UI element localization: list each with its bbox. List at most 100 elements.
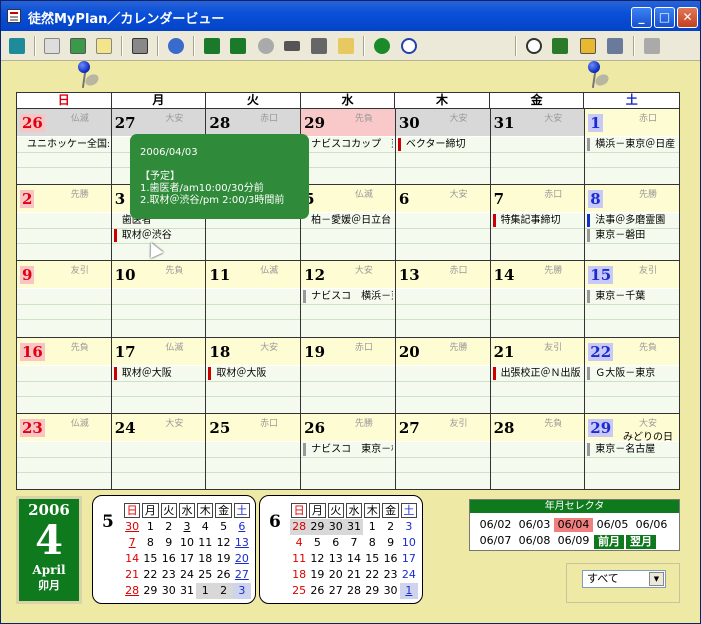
day-cell[interactable]: 9 友引 — [17, 261, 111, 337]
day-cell[interactable]: 7 赤口 特集記事締切 — [490, 185, 585, 261]
mini-day[interactable]: 5 — [308, 535, 326, 551]
event-item[interactable]: 東京－名古屋 — [587, 442, 677, 456]
list-view-icon[interactable] — [129, 35, 151, 57]
day-cell[interactable]: 23 仏滅 — [17, 413, 111, 489]
event-item[interactable]: 東京－磐田 — [587, 229, 677, 243]
holiday-icon[interactable] — [227, 35, 249, 57]
mini-day[interactable]: 6 — [233, 519, 251, 535]
app-icon[interactable] — [7, 9, 21, 23]
day-cell[interactable]: 28 先負 — [490, 413, 585, 489]
mini-day[interactable]: 1 — [141, 519, 159, 535]
mini-day[interactable]: 6 — [327, 535, 345, 551]
event-item[interactable]: 取材＠大阪 — [113, 366, 204, 380]
mini-day[interactable]: 2 — [381, 519, 399, 535]
mini-day[interactable]: 19 — [308, 567, 326, 583]
mini-day[interactable]: 31 — [178, 583, 196, 599]
mini-day[interactable]: 18 — [290, 567, 308, 583]
mini-day[interactable]: 5 — [214, 519, 232, 535]
mini-calendar-may[interactable]: 5 日月火水木金土 30 1 2 3 4 5 6 7 8 9 10 11 12 13 14 15 16 17 18 19… — [92, 495, 256, 604]
mini-day[interactable]: 20 — [233, 551, 251, 567]
mini-day[interactable]: 25 — [196, 567, 214, 583]
mini-day[interactable]: 3 — [400, 519, 418, 535]
mini-day[interactable]: 14 — [123, 551, 141, 567]
chevron-down-icon[interactable]: ▼ — [649, 572, 664, 586]
mini-day[interactable]: 12 — [214, 535, 232, 551]
day-cell[interactable]: 26 仏滅 ユニホッケー全国: — [17, 109, 111, 185]
mini-day[interactable]: 29 — [308, 519, 327, 535]
mini-day[interactable]: 26 — [308, 583, 326, 599]
day-cell[interactable]: 6 大安 — [395, 185, 490, 261]
day-cell[interactable]: 5 仏滅 柏－愛媛＠日立台 — [301, 185, 395, 261]
mini-day[interactable]: 17 — [400, 551, 418, 567]
mini-calendar-june[interactable]: 6 日月火水木金土 28 29 30 31 1 2 3 4 5 6 7 8 9 10 11 12 13 14 15 16… — [259, 495, 423, 604]
mini-day[interactable]: 24 — [400, 567, 418, 583]
mini-day[interactable]: 2 — [160, 519, 178, 535]
mini-day[interactable]: 26 — [214, 567, 232, 583]
month-option[interactable]: 06/02 — [476, 518, 515, 532]
category-filter-select[interactable]: すべて ▼ — [582, 570, 666, 588]
day-cell[interactable]: 13 赤口 — [395, 261, 490, 337]
month-option[interactable]: 06/06 — [632, 518, 671, 532]
mini-day[interactable]: 31 — [344, 519, 364, 535]
day-cell[interactable]: 29 先負 ナビスコカップ 東 — [301, 109, 395, 185]
mini-day[interactable]: 15 — [141, 551, 159, 567]
gear-icon[interactable] — [255, 35, 277, 57]
day-cell[interactable]: 1 赤口 横浜－東京＠日産 — [585, 109, 679, 185]
exit-icon[interactable] — [6, 35, 28, 57]
day-cell[interactable]: 22 先負 Ｇ大阪－東京 — [585, 337, 679, 413]
alarm-icon[interactable] — [523, 35, 545, 57]
event-item[interactable]: 出張校正＠Ｎ出版 — [492, 366, 583, 380]
day-cell[interactable]: 11 仏滅 — [206, 261, 301, 337]
day-cell[interactable]: 8 先勝 法事＠多磨霊園 東京－磐田 — [585, 185, 679, 261]
event-item[interactable]: 横浜－東京＠日産 — [587, 138, 677, 151]
day-cell[interactable]: 30 大安 ベクター締切 — [395, 109, 490, 185]
help-icon[interactable] — [371, 35, 393, 57]
mini-day[interactable]: 4 — [290, 535, 308, 551]
day-cell[interactable]: 21 友引 出張校正＠Ｎ出版 — [490, 337, 585, 413]
mini-day[interactable]: 12 — [308, 551, 326, 567]
day-cell[interactable]: 2 先勝 — [17, 185, 111, 261]
day-cell[interactable]: 15 友引 東京－千葉 — [585, 261, 679, 337]
mini-day[interactable]: 1 — [363, 519, 381, 535]
mini-day[interactable]: 21 — [123, 567, 141, 583]
mini-day[interactable]: 28 — [290, 519, 309, 535]
mini-day[interactable]: 28 — [123, 583, 141, 599]
event-item[interactable]: 法事＠多磨霊園 — [587, 214, 677, 228]
week-view-icon[interactable] — [93, 35, 115, 57]
mini-day[interactable]: 30 — [381, 583, 399, 599]
mini-day[interactable]: 24 — [178, 567, 196, 583]
mini-day[interactable]: 4 — [196, 519, 214, 535]
month-option[interactable]: 06/08 — [515, 534, 554, 550]
print-icon[interactable] — [308, 35, 330, 57]
mini-day[interactable]: 27 — [233, 567, 251, 583]
event-item[interactable]: ナビスコ 東京－横 — [303, 442, 393, 456]
event-item[interactable]: 取材＠渋谷 — [113, 229, 204, 243]
mini-day[interactable]: 22 — [141, 567, 159, 583]
event-item[interactable]: 取材＠大阪 — [208, 366, 298, 380]
mini-day[interactable]: 18 — [196, 551, 214, 567]
mini-day[interactable]: 30 — [326, 519, 345, 535]
mini-day[interactable]: 29 — [363, 583, 381, 599]
mini-day[interactable]: 14 — [345, 551, 363, 567]
mini-day[interactable]: 2 — [214, 583, 233, 599]
mini-day[interactable]: 17 — [178, 551, 196, 567]
month-option[interactable]: 06/07 — [476, 534, 515, 550]
mini-day[interactable]: 30 — [123, 519, 141, 535]
maximize-button[interactable]: □ — [654, 7, 675, 28]
day-cell[interactable]: 25 赤口 — [206, 413, 301, 489]
event-item[interactable]: ベクター締切 — [397, 138, 488, 151]
event-item[interactable]: ナビスコカップ 東 — [303, 138, 393, 151]
day-cell[interactable]: 24 大安 — [111, 413, 206, 489]
year-view-icon[interactable] — [41, 35, 63, 57]
day-cell[interactable]: 10 先負 — [111, 261, 206, 337]
event-item[interactable]: ユニホッケー全国: — [19, 138, 109, 151]
bird-icon[interactable] — [165, 35, 187, 57]
mini-day[interactable]: 1 — [196, 583, 215, 599]
mini-day[interactable]: 7 — [345, 535, 363, 551]
trash-icon[interactable] — [641, 35, 663, 57]
day-cell[interactable]: 29 大安 みどりの日 東京－名古屋 — [585, 413, 679, 489]
month-option[interactable]: 06/04 — [554, 518, 593, 532]
mini-day[interactable]: 9 — [381, 535, 399, 551]
minimize-button[interactable]: _ — [631, 7, 652, 28]
mini-day[interactable]: 9 — [160, 535, 178, 551]
